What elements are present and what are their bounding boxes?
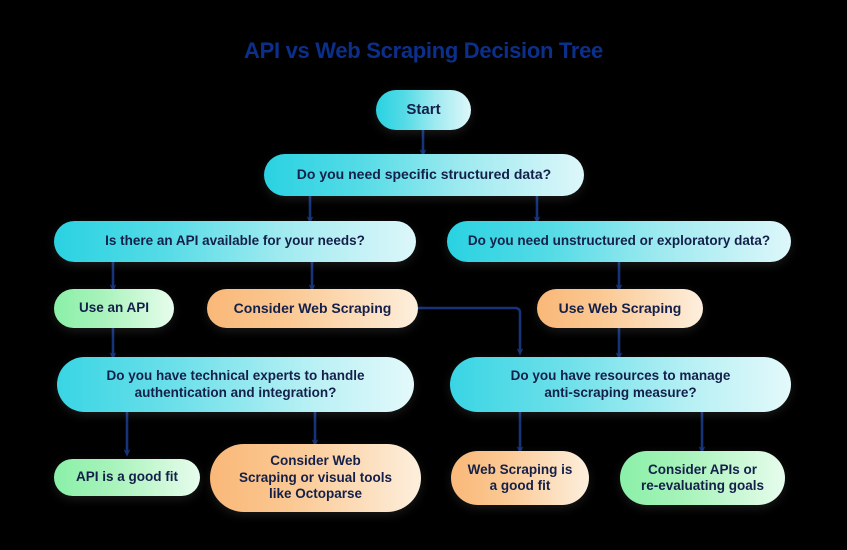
decision-tree-canvas: API vs Web Scraping Decision Tree Start xyxy=(0,0,847,550)
node-resources-anti-scraping-label: Do you have resources to manage anti-scr… xyxy=(464,368,777,401)
node-consider-apis-reevaluate-line2: re-evaluating goals xyxy=(640,478,765,493)
node-web-scraping-good-fit-label: Web Scraping is a good fit xyxy=(465,462,575,495)
node-technical-experts-label: Do you have technical experts to handle … xyxy=(71,368,400,401)
node-use-an-api-label: Use an API xyxy=(78,300,150,316)
node-api-available-label: Is there an API available for your needs… xyxy=(105,233,365,249)
node-use-web-scraping[interactable]: Use Web Scraping xyxy=(537,289,703,328)
node-api-is-a-good-fit[interactable]: API is a good fit xyxy=(54,459,200,496)
node-consider-apis-reevaluate[interactable]: Consider APIs or re-evaluating goals xyxy=(620,451,785,505)
node-technical-experts-line2: authentication and integration? xyxy=(134,384,337,400)
node-resources-anti-scraping-line2: anti-scraping measure? xyxy=(544,384,697,400)
node-web-scraping-good-fit-line2: a good fit xyxy=(489,478,551,493)
node-consider-octoparse-line3: like Octoparse xyxy=(268,486,363,502)
node-web-scraping-good-fit-line1: Web Scraping is xyxy=(467,461,573,477)
node-api-available[interactable]: Is there an API available for your needs… xyxy=(54,221,416,262)
node-resources-anti-scraping-line1: Do you have resources to manage xyxy=(510,368,731,384)
node-consider-octoparse-line1: Consider Web xyxy=(270,453,361,469)
node-consider-octoparse-label: Consider Web Scraping or visual tools li… xyxy=(224,453,407,502)
node-resources-anti-scraping[interactable]: Do you have resources to manage anti-scr… xyxy=(450,357,791,412)
node-need-structured-data-label: Do you need specific structured data? xyxy=(296,166,552,183)
node-web-scraping-good-fit[interactable]: Web Scraping is a good fit xyxy=(451,451,589,505)
node-use-web-scraping-label: Use Web Scraping xyxy=(558,299,682,316)
node-start-label: Start xyxy=(406,100,441,118)
edge-consider-scraping-to-resources xyxy=(418,306,524,356)
page-title: API vs Web Scraping Decision Tree xyxy=(244,38,603,63)
node-consider-octoparse-line2: Scraping or visual tools xyxy=(238,469,393,485)
node-need-unstructured-data[interactable]: Do you need unstructured or exploratory … xyxy=(447,221,791,262)
node-consider-apis-reevaluate-line1: Consider APIs or xyxy=(647,461,758,477)
node-technical-experts-line1: Do you have technical experts to handle xyxy=(106,368,365,384)
node-consider-apis-reevaluate-label: Consider APIs or re-evaluating goals xyxy=(634,462,771,495)
node-api-is-a-good-fit-label: API is a good fit xyxy=(75,469,178,485)
node-technical-experts[interactable]: Do you have technical experts to handle … xyxy=(57,357,414,412)
node-use-an-api[interactable]: Use an API xyxy=(54,289,174,328)
node-consider-web-scraping[interactable]: Consider Web Scraping xyxy=(207,289,418,328)
node-need-unstructured-data-label: Do you need unstructured or exploratory … xyxy=(467,233,771,249)
node-start[interactable]: Start xyxy=(376,90,471,130)
node-consider-octoparse[interactable]: Consider Web Scraping or visual tools li… xyxy=(210,444,421,512)
node-consider-web-scraping-label: Consider Web Scraping xyxy=(233,299,392,316)
node-need-structured-data[interactable]: Do you need specific structured data? xyxy=(264,154,584,196)
